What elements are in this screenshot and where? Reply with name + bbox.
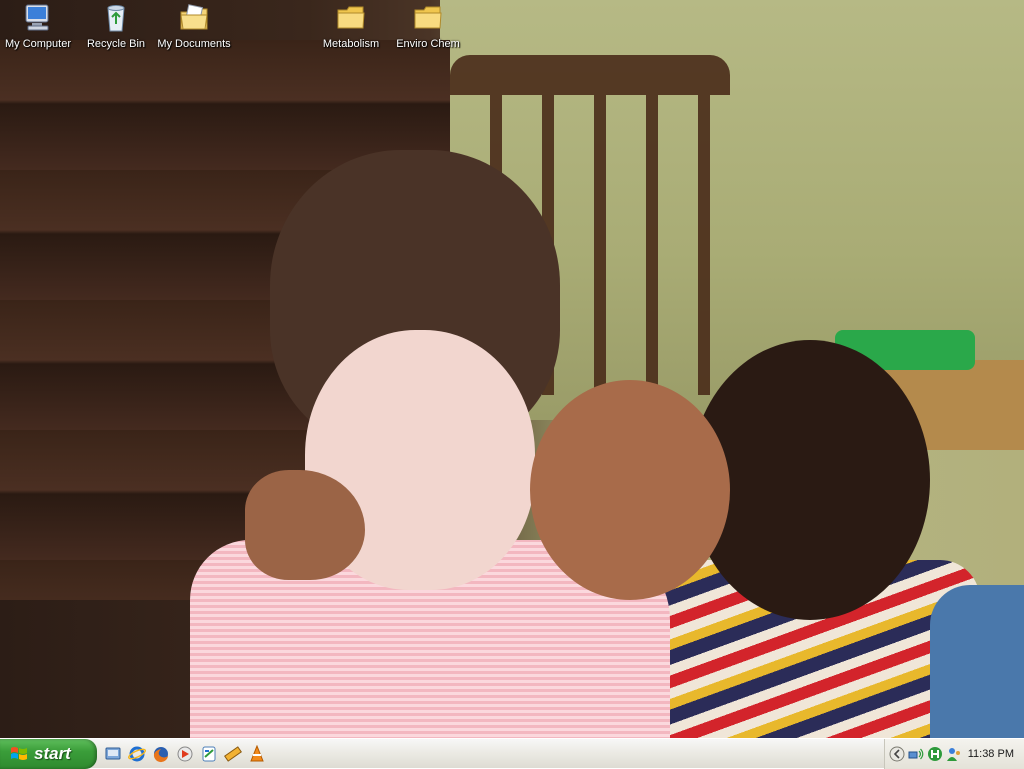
desktop-icon-recycle-bin[interactable]: Recycle Bin: [76, 2, 156, 52]
internet-explorer-icon[interactable]: [128, 745, 146, 763]
desktop-icon-label: My Computer: [4, 38, 72, 50]
folder-icon: [337, 6, 365, 29]
my-computer-icon: [25, 4, 49, 31]
network-icon[interactable]: [908, 746, 924, 762]
messenger-icon[interactable]: [200, 745, 218, 763]
vlc-icon[interactable]: [248, 745, 266, 763]
recycle-bin-icon: [107, 5, 125, 32]
desktop-icon-my-computer[interactable]: My Computer: [0, 2, 78, 52]
wallpaper-boy-face: [530, 380, 730, 600]
desktop-icon-label: Metabolism: [322, 38, 380, 50]
ruler-tool-icon[interactable]: [224, 745, 242, 763]
firefox-icon[interactable]: [152, 745, 170, 763]
desktop-icon-my-documents[interactable]: My Documents: [154, 2, 234, 52]
start-button[interactable]: start: [0, 739, 97, 769]
desktop-icon-label: Enviro Chem: [396, 38, 460, 50]
quick-launch-bar: [104, 743, 266, 765]
media-player-icon[interactable]: [176, 745, 194, 763]
show-desktop-icon[interactable]: [104, 745, 122, 763]
desktop-icon-metabolism[interactable]: Metabolism: [311, 2, 391, 52]
taskbar: start 11:38 PM: [0, 738, 1024, 769]
folder-icon: [414, 6, 442, 29]
my-documents-icon: [180, 4, 208, 30]
system-tray: 11:38 PM: [884, 739, 1024, 769]
antivirus-icon[interactable]: [927, 746, 943, 762]
start-label: start: [34, 744, 71, 763]
wallpaper-jeans: [930, 585, 1024, 738]
desktop-icon-label: My Documents: [157, 38, 231, 50]
clock[interactable]: 11:38 PM: [968, 748, 1014, 760]
desktop-icon-label: Recycle Bin: [86, 38, 146, 50]
windows-logo-icon: [11, 747, 27, 760]
user-icon[interactable]: [946, 746, 962, 762]
desktop-icon-enviro-chem[interactable]: Enviro Chem: [388, 2, 468, 52]
desktop[interactable]: My Computer Recycle Bin My Documents Met…: [0, 0, 1024, 738]
collapse-arrow-icon[interactable]: [889, 746, 905, 762]
